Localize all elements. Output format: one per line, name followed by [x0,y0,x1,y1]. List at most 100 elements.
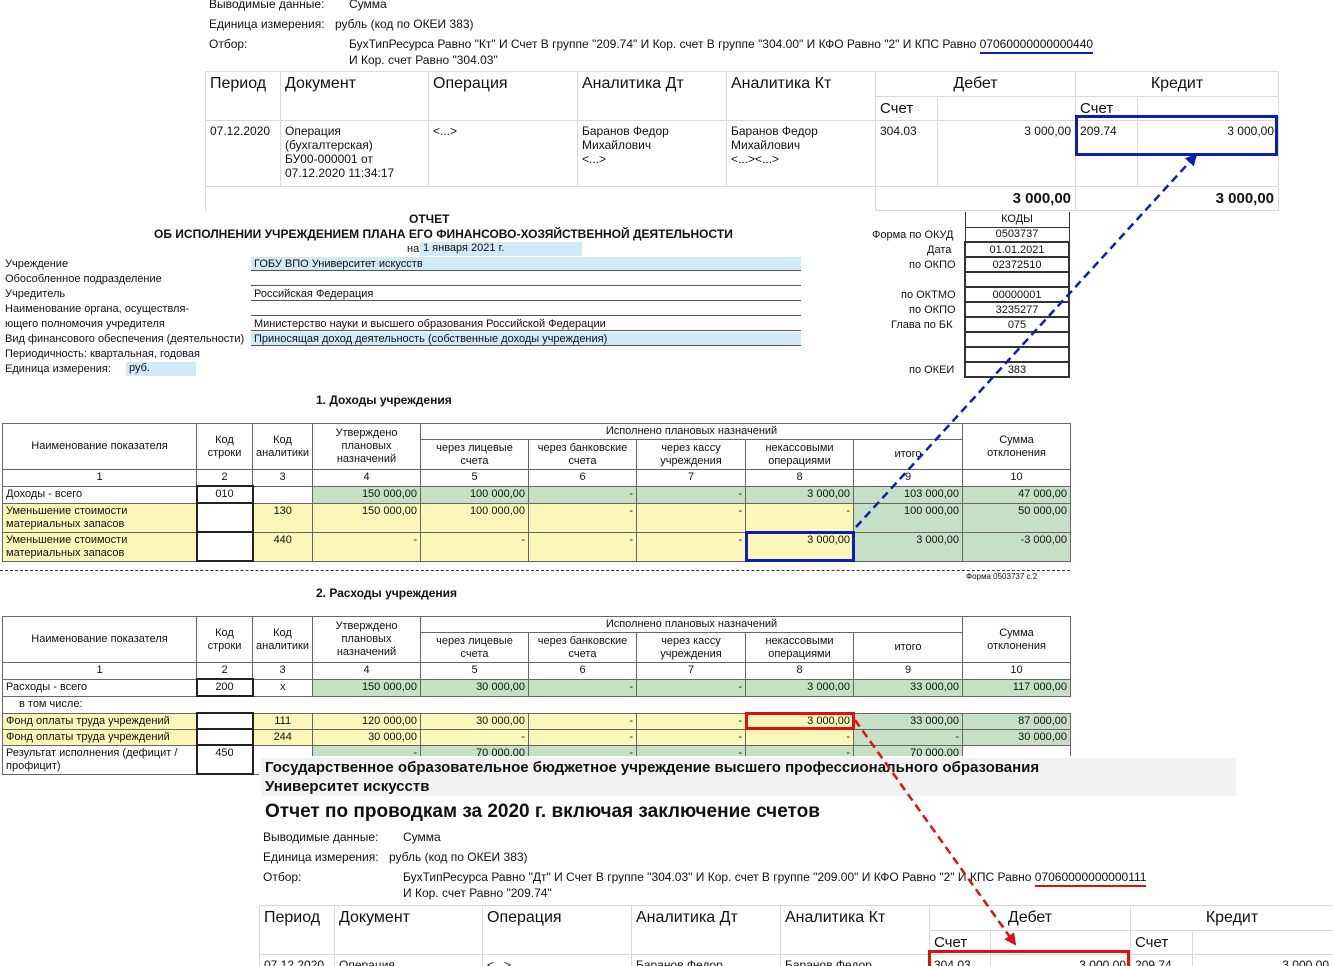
codes-table: КОДЫ 0503737 01.01.2021 02372510 0000000… [964,212,1070,378]
filter-text: БухТипРесурса Равно "Дт" И Счет В группе… [403,870,1147,887]
row-debit-amount: 3 000,00 [936,120,1077,187]
filter-text-line2: И Кор. счет Равно "304.03" [349,53,498,67]
code-okei: 383 [964,361,1070,378]
division-label: Обособленное подразделение [5,273,162,285]
hdr-c9: итого [852,632,964,663]
section1-title: 1. Доходы учреждения [316,393,452,407]
hdr-name: Наименование показателя [2,423,197,470]
table-row: Фонд оплаты труда учреждений 244 30 000,… [2,728,1072,746]
hdr-approved: Утверждено плановых назначений [312,616,421,663]
hdr-an-code: Код аналитики [252,423,313,470]
row-credit-account: 209.74 [1130,954,1194,966]
bk-label: Глава по БК [891,319,953,331]
hdr-c5: через лицевые счета [420,439,529,470]
col-credit: Кредит [1130,905,1333,931]
finance-value: Приносящая доход деятельность (собственн… [251,332,801,346]
col-period: Период [259,905,335,955]
hdr-deviation: Сумма отклонения [962,616,1072,663]
posting-row: 07.12.2020 Операция <...> Баранов Федор … [259,954,1333,966]
col-analytics-kt: Аналитика Кт [780,905,930,955]
row-debit-account: 304.03 [875,120,938,187]
unit-label: Единица измерения: [5,363,111,375]
hdr-c7: через кассу учреждения [636,439,746,470]
row-analytics-dt: Баранов Федор Михайлович <...> [577,120,727,187]
column-numbers: 1 2 3 4 5 6 7 8 9 10 [2,469,1072,487]
row-date: 07.12.2020 [205,120,281,187]
top-postings-report: Выводимые данные: Сумма Единица измерени… [205,0,1285,211]
hdr-c8: некассовыми операциями [745,632,854,663]
unit-value: рубль (код по ОКЕИ 383) [335,17,474,31]
col-operation: Операция [482,905,632,955]
income-noncash-highlight: 3 000,00 [744,531,855,562]
table-row: в том числе: [1,695,1071,714]
output-value: Сумма [349,0,387,11]
row-analytics-kt: Баранов Федор [780,954,930,966]
organ-blank [251,302,801,316]
code-okpo2: 3235277 [964,301,1070,318]
col-debit: Дебет [928,905,1132,931]
form-title: ОТЧЕТ [409,212,450,226]
col-debit-account: Счет [875,96,938,121]
filter-text: БухТипРесурса Равно "Кт" И Счет В группе… [349,37,1094,54]
row-document: Операция [334,954,483,966]
col-debit: Дебет [874,71,1077,97]
col-analytics-dt: Аналитика Дт [577,71,727,121]
form-date: 1 января 2021 г. [420,242,582,256]
periodicity: Периодичность: квартальная, годовая [5,348,200,360]
row-operation: <...> [482,954,632,966]
filter-kps-highlight: 07060000000000111 [1034,870,1147,887]
report-title: Отчет по проводкам за 2020 г. включая за… [265,801,820,822]
output-label: Выводимые данные: [263,830,379,844]
col-document: Документ [280,71,429,121]
row-analytics-dt: Баранов Федор [631,954,781,966]
row-date: 07.12.2020 [259,954,335,966]
hdr-line-code: Код строки [196,616,253,663]
row-operation: <...> [428,120,578,187]
page-note: Форма 0503737 с.2 [966,572,1038,581]
row-credit-amount: 3 000,00 [1192,954,1333,966]
okpo-label: по ОКПО [909,259,956,271]
credit-highlight-box [1075,115,1278,156]
hdr-line-code: Код строки [196,423,253,470]
debit-highlight-box [928,950,1130,966]
hdr-c6: через банковские счета [528,632,637,663]
total-debit: 3 000,00 [874,186,1077,211]
code-oktmo: 00000001 [964,286,1070,303]
filter-kps-highlight: 07060000000000440 [979,37,1094,54]
date-label: Дата [927,244,952,256]
institution-value: ГОБУ ВПО Университет искусств [251,257,801,271]
output-label: Выводимые данные: [209,0,325,11]
filter-label: Отбор: [263,870,302,884]
total-credit: 3 000,00 [1075,186,1280,211]
form-subtitle: ОБ ИСПОЛНЕНИИ УЧРЕЖДЕНИЕМ ПЛАНА ЕГО ФИНА… [154,227,733,241]
oktmo-label: по ОКТМО [901,289,956,301]
okei-label: по ОКЕИ [909,364,955,376]
filter-label: Отбор: [209,37,248,51]
col-document: Документ [334,905,483,955]
okpo2-label: по ОКПО [909,304,956,316]
table-row: Уменьшение стоимости материальных запасов… [2,531,1072,562]
institution-label: Учреждение [5,258,69,270]
income-table: Наименование показателя Код строки Код ана… [2,423,1072,562]
hdr-deviation: Сумма отклонения [962,423,1072,470]
founder-value: Российская Федерация [251,287,801,301]
hdr-c6: через банковские счета [528,439,637,470]
hdr-an-code: Код аналитики [252,616,313,663]
okud-label: Форма по ОКУД [872,229,954,241]
output-value: Сумма [403,830,441,844]
finance-label: Вид финансового обеспечения (деятельност… [5,333,245,345]
hdr-c9: итого [852,439,964,470]
filter-text-line2: И Кор. счет Равно "209.74" [403,886,552,900]
codes-header: КОДЫ [964,212,1070,228]
page-separator [0,570,1070,571]
bottom-postings-report: Государственное образовательное бюджетно… [259,756,1333,966]
code-date: 01.01.2021 [964,241,1070,258]
founder-label: Учредитель [5,288,66,300]
hdr-c5: через лицевые счета [420,632,529,663]
organ-label-2: ющего полномочия учредителя [5,318,165,330]
unit-value: рубль (код по ОКЕИ 383) [389,850,528,864]
column-numbers: 1 2 3 4 5 6 7 8 9 10 [2,662,1072,680]
expense-table: Наименование показателя Код строки Код ана… [1,616,1072,775]
hdr-executed: Исполнено плановых назначений [419,423,964,440]
table-row: Расходы - всего 200 x 150 000,00 30 000,… [2,678,1072,697]
